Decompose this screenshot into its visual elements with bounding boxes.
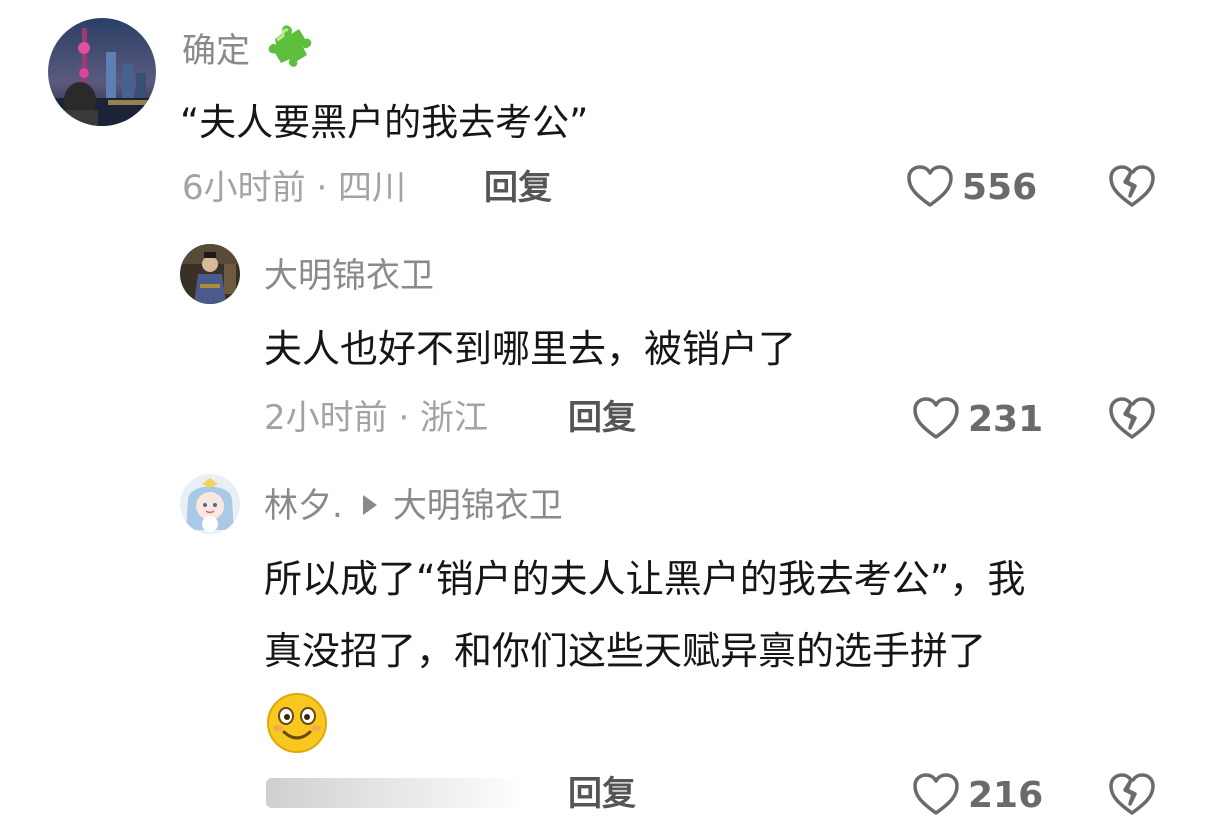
heart-icon	[912, 396, 960, 444]
dislike-button[interactable]	[1108, 396, 1156, 444]
broken-heart-icon	[1108, 165, 1156, 212]
reply-to-username[interactable]: 大明锦衣卫	[393, 486, 563, 526]
like-count: 231	[968, 399, 1044, 440]
like-count: 556	[962, 167, 1038, 208]
blurred-meta	[266, 778, 526, 808]
comment-text-line-1: 所以成了“销户的夫人让黑户的我去考公”，我	[264, 557, 1026, 601]
smiling-emoji-icon	[266, 692, 328, 758]
like-button[interactable]: 556	[906, 164, 1037, 212]
avatar[interactable]	[180, 244, 240, 304]
comment-text: 夫人也好不到哪里去，被销户了	[264, 327, 797, 371]
comment-text: “夫人要黑户的我去考公”	[180, 101, 589, 144]
avatar[interactable]	[180, 474, 240, 534]
reply-arrow-icon	[362, 494, 377, 515]
puzzle-piece-icon	[265, 21, 315, 78]
comment-meta: 6小时前 · 四川	[182, 168, 407, 208]
heart-icon	[912, 772, 960, 820]
username[interactable]: 大明锦衣卫	[264, 256, 434, 296]
reply-button[interactable]: 回复	[568, 398, 636, 438]
avatar[interactable]	[48, 18, 156, 126]
dislike-button[interactable]	[1108, 772, 1156, 820]
comment-text-line-2: 真没招了，和你们这些天赋异禀的选手拼了	[264, 629, 987, 673]
like-button[interactable]: 216	[912, 772, 1043, 820]
comment-meta: 2小时前 · 浙江	[264, 398, 489, 438]
reply-button[interactable]: 回复	[484, 168, 552, 208]
broken-heart-icon	[1108, 397, 1156, 444]
broken-heart-icon	[1108, 773, 1156, 820]
heart-icon	[906, 164, 954, 212]
username[interactable]: 确定	[182, 31, 250, 71]
like-count: 216	[968, 775, 1044, 816]
dislike-button[interactable]	[1108, 164, 1156, 212]
reply-button[interactable]: 回复	[568, 774, 636, 814]
like-button[interactable]: 231	[912, 396, 1043, 444]
username[interactable]: 林夕.	[264, 486, 343, 526]
